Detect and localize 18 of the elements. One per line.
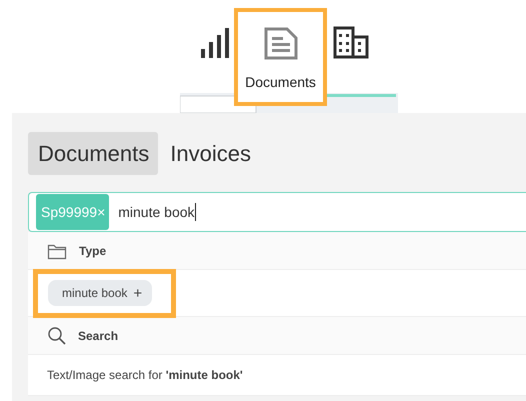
nav-label: Documents [245,74,316,90]
search-icon [47,326,66,345]
bar-chart-icon [200,27,230,59]
add-icon[interactable]: + [133,284,142,302]
building-icon [333,26,369,59]
text-cursor [194,203,196,221]
document-icon [262,27,298,60]
chip-label: minute book [62,286,128,300]
search-field[interactable]: Sp99999× minute book [28,192,526,232]
input-value: minute book [118,204,195,220]
tab[interactable]: Invoices [160,132,260,175]
section-heading: Search [78,328,118,342]
suggestion-chip[interactable]: minute book + [48,280,152,306]
nav-button[interactable]: Documents [234,8,327,106]
tab[interactable]: Documents [28,132,158,175]
tag-label: Sp99999 [41,204,98,220]
search-option[interactable]: Text/Image search for 'minute book' [47,368,243,382]
section-heading: Type [79,244,106,258]
